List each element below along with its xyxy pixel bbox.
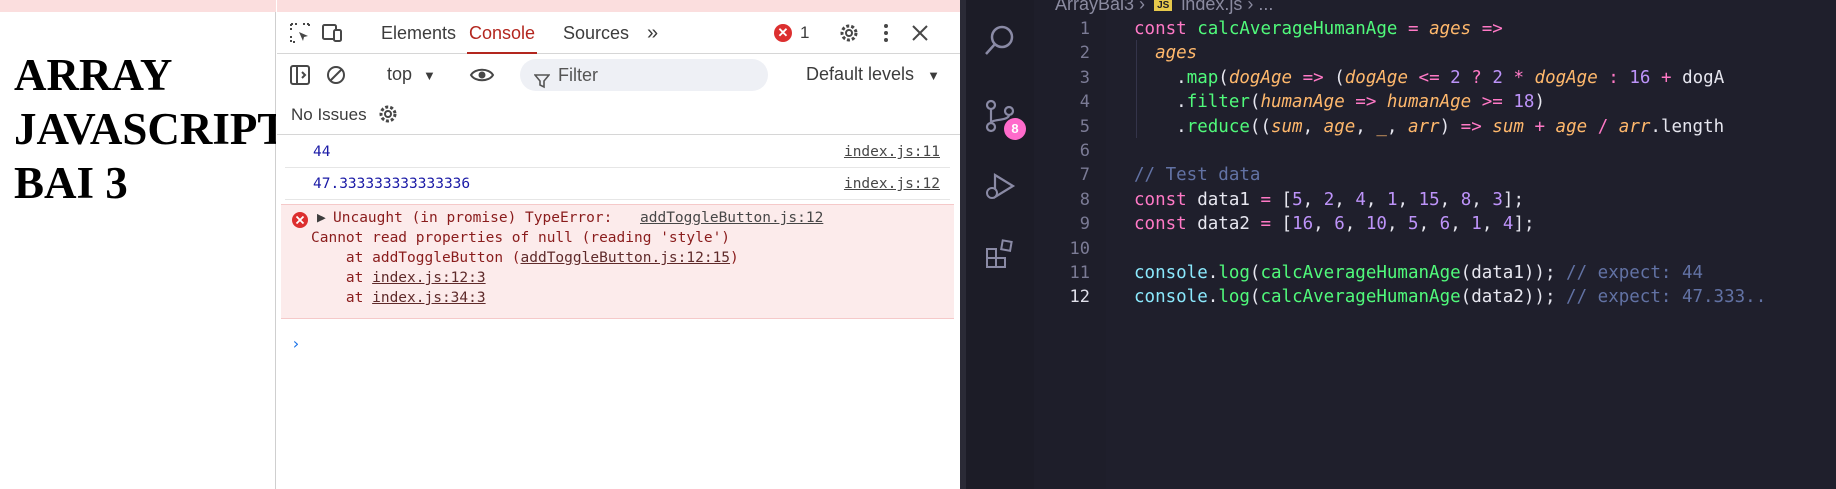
breadcrumb: ArrayBai3 › JS index.js › ...	[1055, 0, 1273, 14]
stack-line-2: at index.js:12:3	[311, 270, 486, 286]
page-heading: ARRAY JAVASCRIPT BAI 3	[14, 48, 276, 210]
heading-line-1: ARRAY	[14, 50, 173, 100]
more-tabs-icon[interactable]: »	[645, 12, 660, 54]
error-source-link[interactable]: addToggleButton.js:12	[640, 210, 823, 226]
breadcrumb-more[interactable]: › ...	[1247, 0, 1273, 14]
stack-text: at	[311, 290, 373, 306]
code-text: const calcAverageHumanAge = ages =>	[1134, 19, 1503, 39]
tab-sources[interactable]: Sources	[561, 12, 631, 54]
console-error-row: ▶ Uncaught (in promise) TypeError: addTo…	[281, 204, 954, 319]
vscode-editor-window: 8 ArrayBai3 › JS index.js › ... 1 const c…	[960, 0, 1836, 489]
breadcrumb-separator: ›	[1139, 0, 1146, 14]
issues-bar: No Issues	[277, 95, 960, 135]
console-log-row: 47.333333333333336 index.js:12	[285, 168, 950, 200]
code-text: // Test data	[1134, 165, 1261, 186]
console-log-row: 44 index.js:11	[285, 136, 950, 168]
code-text: .reduce((sum, age, _, arr) => sum + age …	[1134, 116, 1725, 137]
code-text: console.log(calcAverageHumanAge(data2));…	[1134, 287, 1767, 308]
line-number: 2	[1079, 43, 1090, 64]
breadcrumb-file[interactable]: index.js	[1181, 0, 1242, 14]
line-number: 3	[1079, 67, 1090, 88]
line-number: 4	[1079, 92, 1090, 113]
code-text: const data1 = [5, 2, 4, 1, 15, 8, 3];	[1134, 189, 1524, 210]
error-detail: Cannot read properties of null (reading …	[311, 230, 731, 246]
issues-label[interactable]: No Issues	[291, 105, 367, 125]
clear-console-icon[interactable]	[323, 62, 349, 88]
line-number: 11	[1069, 263, 1090, 283]
stack-link-1[interactable]: addToggleButton.js:12:15	[521, 250, 731, 266]
chevron-down-icon: ▼	[927, 68, 940, 83]
stack-text: )	[730, 250, 739, 266]
page-top-strip	[0, 0, 276, 12]
context-value: top	[387, 64, 413, 84]
close-devtools-icon[interactable]	[907, 20, 933, 46]
settings-gear-icon[interactable]	[836, 20, 862, 46]
console-prompt[interactable]: ›	[291, 334, 301, 353]
more-options-icon[interactable]	[873, 20, 899, 46]
error-count: 1	[800, 23, 810, 42]
log-levels-value: Default levels	[806, 64, 915, 84]
heading-line-2: JAVASCRIPT	[14, 104, 276, 154]
stack-link-2[interactable]: index.js:12:3	[372, 270, 486, 286]
stack-text: at	[311, 270, 373, 286]
code-text: .map(dogAge => (dogAge <= 2 ? 2 * dogAge…	[1134, 67, 1725, 88]
stack-line-1: at addToggleButton (addToggleButton.js:1…	[311, 250, 739, 266]
code-line[interactable]: 12 console.log(calcAverageHumanAge(data2)…	[960, 284, 1836, 312]
code-text: .filter(humanAge => humanAge >= 18)	[1134, 92, 1546, 113]
stack-link-3[interactable]: index.js:34:3	[372, 290, 486, 306]
code-text: console.log(calcAverageHumanAge(data1));…	[1134, 263, 1704, 283]
line-number: 7	[1079, 165, 1090, 186]
tab-console[interactable]: Console	[467, 12, 538, 54]
live-expression-eye-icon[interactable]	[469, 62, 495, 88]
console-toolbar: top ▼ Filter Default levels ▼	[277, 55, 960, 95]
context-selector[interactable]: top ▼	[387, 64, 436, 85]
filter-input[interactable]: Filter	[520, 59, 768, 91]
device-toolbar-icon[interactable]	[319, 20, 345, 46]
breadcrumb-folder[interactable]: ArrayBai3	[1055, 0, 1134, 14]
line-number: 8	[1079, 189, 1090, 210]
devtools-panel: Elements Console Sources » ✕ 1 top ▼ Fil…	[277, 0, 960, 489]
error-count-badge[interactable]: ✕ 1	[774, 23, 809, 43]
line-number: 6	[1079, 141, 1090, 161]
log-value: 47.333333333333336	[313, 176, 471, 192]
error-message: Uncaught (in promise) TypeError:	[333, 210, 613, 226]
expand-triangle-icon[interactable]: ▶	[317, 210, 326, 226]
log-value: 44	[313, 144, 331, 160]
console-settings-gear-icon[interactable]	[375, 101, 401, 127]
error-x-icon	[291, 211, 309, 233]
line-number: 5	[1079, 116, 1090, 137]
line-number: 1	[1079, 19, 1090, 39]
stack-line-3: at index.js:34:3	[311, 290, 486, 306]
log-source-link[interactable]: index.js:11	[844, 144, 940, 160]
line-number: 10	[1069, 238, 1090, 259]
line-number: 12	[1069, 287, 1090, 308]
js-file-icon: JS	[1154, 0, 1173, 11]
console-output: 44 index.js:11 47.333333333333336 index.…	[277, 136, 960, 489]
line-number: 9	[1079, 214, 1090, 235]
code-text: ages	[1155, 43, 1198, 64]
code-text: const data2 = [16, 6, 10, 5, 6, 1, 4];	[1134, 214, 1535, 235]
inspect-element-icon[interactable]	[287, 20, 313, 46]
sidebar-toggle-icon[interactable]	[287, 62, 313, 88]
devtools-tab-bar: Elements Console Sources » ✕ 1	[277, 12, 960, 54]
tab-elements[interactable]: Elements	[379, 12, 458, 54]
devtools-top-strip	[277, 0, 960, 12]
heading-line-3: BAI 3	[14, 158, 128, 208]
stack-text: at addToggleButton (	[311, 250, 521, 266]
indent-guide	[1136, 40, 1137, 138]
error-count-icon: ✕	[774, 24, 792, 42]
filter-placeholder: Filter	[558, 65, 598, 85]
log-levels-dropdown[interactable]: Default levels ▼	[806, 64, 940, 85]
chevron-down-icon: ▼	[423, 68, 436, 83]
log-source-link[interactable]: index.js:12	[844, 176, 940, 192]
browser-page: ARRAY JAVASCRIPT BAI 3	[0, 0, 276, 489]
